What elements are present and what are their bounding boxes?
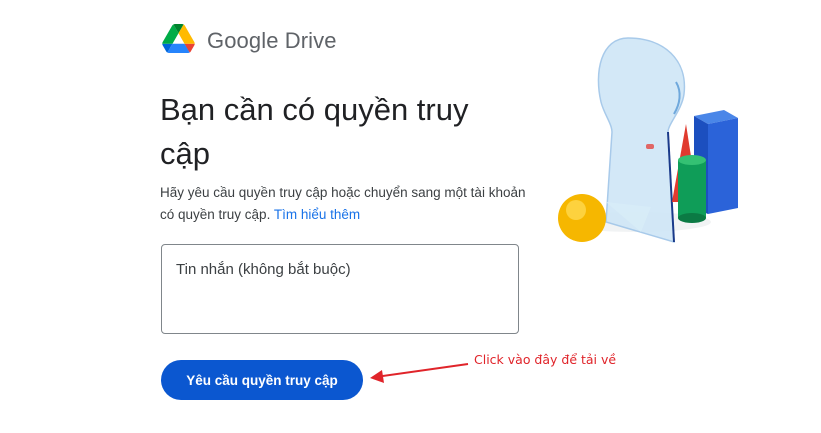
google-drive-logo-icon bbox=[162, 24, 195, 58]
brand-name: Google Drive bbox=[207, 28, 337, 53]
page-title: Bạn cần có quyền truy cập bbox=[160, 92, 469, 171]
annotation-arrow-icon bbox=[370, 363, 469, 383]
header: Google Drive bbox=[162, 24, 337, 58]
learn-more-link[interactable]: Tìm hiểu thêm bbox=[274, 207, 360, 222]
message-input[interactable] bbox=[161, 244, 519, 334]
page: Google Drive Bạn cần có quyền truy cập H… bbox=[0, 0, 821, 433]
keyhole-illustration-icon bbox=[558, 37, 738, 244]
page-description: Hãy yêu cầu quyền truy cập hoặc chuyển s… bbox=[160, 182, 530, 226]
request-access-button[interactable]: Yêu cầu quyền truy cập bbox=[161, 360, 363, 400]
annotation-text: Click vào đây để tải về bbox=[474, 352, 617, 367]
